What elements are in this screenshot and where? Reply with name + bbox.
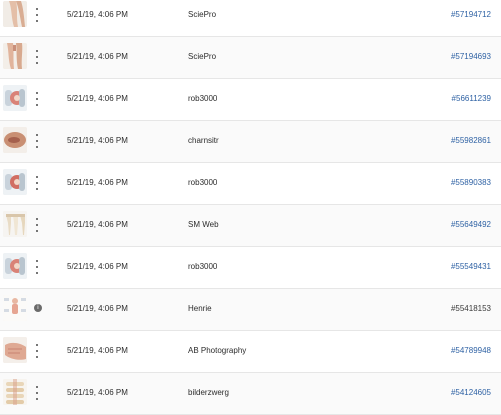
date-added: 5/21/19, 4:06 PM bbox=[67, 346, 128, 355]
list-item[interactable]: 5/21/19, 4:06 PM SM Web #55649492 bbox=[0, 205, 501, 247]
asset-id-link[interactable]: #56611239 bbox=[452, 94, 491, 103]
author-name: rob3000 bbox=[188, 94, 218, 103]
author-name: SM Web bbox=[188, 220, 219, 229]
asset-id-link[interactable]: #57194712 bbox=[451, 10, 491, 19]
author-name: AB Photography bbox=[188, 346, 247, 355]
list-item[interactable]: 5/21/19, 4:06 PM rob3000 #55549431 bbox=[0, 247, 501, 289]
more-menu-icon[interactable] bbox=[33, 92, 41, 106]
asset-id-link[interactable]: #55890383 bbox=[451, 178, 491, 187]
author-name: Henrie bbox=[188, 304, 212, 313]
info-icon[interactable]: i bbox=[34, 304, 42, 312]
date-added: 5/21/19, 4:06 PM bbox=[67, 304, 128, 313]
teeth-thumbnail[interactable] bbox=[3, 211, 27, 237]
knee-joint-thumbnail[interactable] bbox=[3, 253, 27, 279]
list-item[interactable]: 5/21/19, 4:06 PM AB Photography #5478994… bbox=[0, 331, 501, 373]
author-name: charnsitr bbox=[188, 136, 219, 145]
more-menu-icon[interactable] bbox=[33, 50, 41, 64]
author-name: rob3000 bbox=[188, 262, 218, 271]
more-menu-icon[interactable] bbox=[33, 176, 41, 190]
date-added: 5/21/19, 4:06 PM bbox=[67, 136, 128, 145]
leg-anatomy-thumbnail[interactable] bbox=[3, 1, 27, 27]
date-added: 5/21/19, 4:06 PM bbox=[67, 388, 128, 397]
date-added: 5/21/19, 4:06 PM bbox=[67, 94, 128, 103]
asset-id-link[interactable]: #57194693 bbox=[451, 52, 491, 61]
date-added: 5/21/19, 4:06 PM bbox=[67, 10, 128, 19]
list-item[interactable]: 5/21/19, 4:06 PM rob3000 #56611239 bbox=[0, 79, 501, 121]
date-added: 5/21/19, 4:06 PM bbox=[67, 220, 128, 229]
author-name: rob3000 bbox=[188, 178, 218, 187]
list-item[interactable]: i 5/21/19, 4:06 PM Henrie #55418153 bbox=[0, 289, 501, 331]
list-item[interactable]: 5/21/19, 4:06 PM SciePro #57194712 bbox=[0, 0, 501, 37]
hand-thumbnail[interactable] bbox=[3, 337, 27, 363]
date-added: 5/21/19, 4:06 PM bbox=[67, 262, 128, 271]
list-item[interactable]: 5/21/19, 4:06 PM charnsitr #55982861 bbox=[0, 121, 501, 163]
asset-id-link[interactable]: #54789948 bbox=[451, 346, 491, 355]
asset-id: #55418153 bbox=[450, 304, 491, 313]
asset-id-link[interactable]: #55649492 bbox=[451, 220, 491, 229]
stock-image-list: 5/21/19, 4:06 PM SciePro #57194712 5/21/… bbox=[0, 0, 501, 415]
knee-joint-thumbnail[interactable] bbox=[3, 169, 27, 195]
more-menu-icon[interactable] bbox=[33, 344, 41, 358]
anatomy-chart-thumbnail[interactable] bbox=[3, 295, 27, 321]
author-name: SciePro bbox=[188, 10, 217, 19]
asset-id-link[interactable]: #54124605 bbox=[451, 388, 491, 397]
more-menu-icon[interactable] bbox=[33, 134, 41, 148]
more-menu-icon[interactable] bbox=[33, 8, 41, 22]
author-name: SciePro bbox=[188, 52, 217, 61]
more-menu-icon[interactable] bbox=[33, 218, 41, 232]
more-menu-icon[interactable] bbox=[33, 260, 41, 274]
list-item[interactable]: 5/21/19, 4:06 PM rob3000 #55890383 bbox=[0, 163, 501, 205]
asset-id-link[interactable]: #55549431 bbox=[451, 262, 491, 271]
legs-anatomy-thumbnail[interactable] bbox=[3, 43, 27, 69]
skin-closeup-thumbnail[interactable] bbox=[3, 127, 27, 153]
knee-joint-thumbnail[interactable] bbox=[3, 85, 27, 111]
asset-id-link[interactable]: #55982861 bbox=[451, 136, 491, 145]
date-added: 5/21/19, 4:06 PM bbox=[67, 178, 128, 187]
spine-thumbnail[interactable] bbox=[3, 379, 27, 405]
more-menu-icon[interactable] bbox=[33, 386, 41, 400]
list-item[interactable]: 5/21/19, 4:06 PM SciePro #57194693 bbox=[0, 37, 501, 79]
date-added: 5/21/19, 4:06 PM bbox=[67, 52, 128, 61]
author-name: bilderzwerg bbox=[188, 388, 229, 397]
